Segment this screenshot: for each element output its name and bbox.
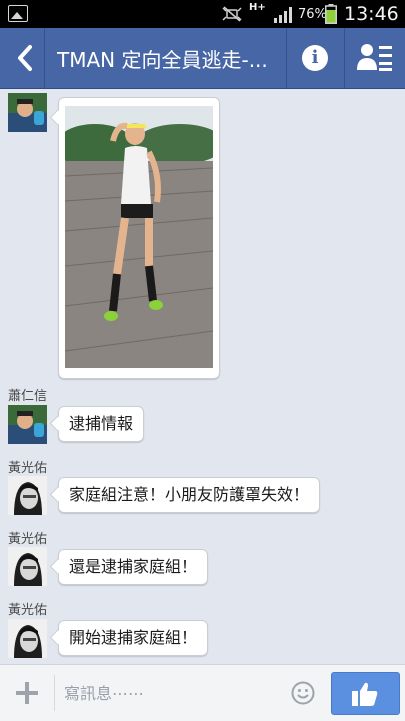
mute-icon — [222, 6, 242, 22]
members-list-icon[interactable] — [345, 28, 405, 88]
message-input[interactable] — [62, 677, 286, 709]
avatar[interactable] — [8, 93, 47, 132]
gallery-icon — [8, 5, 28, 22]
conversation-title[interactable]: TMAN 定向全員逃走-... — [57, 44, 277, 73]
emoji-icon[interactable] — [291, 681, 315, 705]
back-arrow-icon[interactable] — [6, 28, 42, 88]
info-button[interactable]: i — [287, 28, 343, 88]
sender-name: 蕭仁信 — [8, 389, 48, 404]
sender-name: 黃光佑 — [8, 461, 48, 476]
status-bar: H+ 76% 13:46 — [0, 0, 405, 28]
signal-icon — [274, 7, 292, 23]
avatar[interactable] — [8, 405, 47, 444]
battery-icon — [325, 4, 337, 24]
thumbs-up-icon — [352, 682, 378, 706]
info-icon: i — [302, 45, 328, 71]
avatar[interactable] — [8, 619, 47, 658]
shared-photo[interactable] — [65, 106, 213, 368]
avatar[interactable] — [8, 476, 47, 515]
message-list[interactable]: 蕭仁信 逮捕情報 黃光佑 家庭組注意！小朋友防護罩失效！ 黃光佑 還是逮捕家庭組… — [0, 89, 405, 664]
like-button[interactable] — [331, 672, 400, 715]
clock: 13:46 — [344, 3, 399, 25]
header-divider — [44, 28, 45, 88]
message-composer — [0, 664, 405, 721]
composer-divider — [54, 675, 55, 711]
plus-icon[interactable] — [14, 680, 40, 706]
sender-name: 黃光佑 — [8, 532, 48, 547]
network-type: H+ — [249, 2, 266, 13]
conversation-header: TMAN 定向全員逃走-... i — [0, 28, 405, 89]
message-bubble[interactable]: 逮捕情報 — [58, 406, 145, 442]
message-bubble[interactable]: 還是逮捕家庭組！ — [58, 549, 209, 585]
sender-name: 黃光佑 — [8, 603, 48, 618]
avatar[interactable] — [8, 547, 47, 586]
message-bubble[interactable]: 家庭組注意！小朋友防護罩失效！ — [58, 477, 321, 513]
message-bubble[interactable]: 開始逮捕家庭組！ — [58, 620, 209, 656]
battery-percent: 76% — [298, 7, 327, 22]
photo-message[interactable] — [58, 97, 220, 379]
